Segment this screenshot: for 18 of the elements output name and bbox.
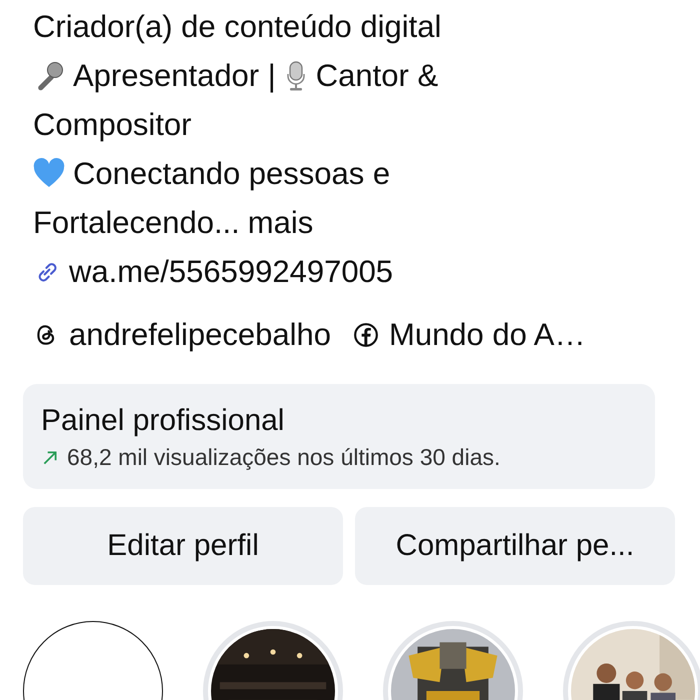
account-link[interactable]: Mundo do A… <box>389 317 586 353</box>
stat-text: 68,2 mil visualizações nos últimos 30 dias. <box>67 444 500 471</box>
bio-text: Compositor <box>33 106 192 144</box>
heart-icon <box>33 158 65 190</box>
profile-category: Criador(a) de conteúdo digital <box>33 8 442 46</box>
bio-text: Conectando pessoas e <box>73 155 390 193</box>
bio-text: Apresentador | <box>73 57 276 95</box>
website-link[interactable]: wa.me/5565992497005 <box>69 247 394 296</box>
bio-text: Cantor & <box>316 57 438 95</box>
profile-button[interactable]: Editar perfil <box>23 507 343 585</box>
trend-arrow-icon <box>41 448 59 466</box>
profile-button[interactable]: Compartilhar pe... <box>355 507 675 585</box>
dashboard-title: Painel profissional <box>41 403 286 439</box>
account-link[interactable]: andrefelipecebalho <box>69 317 331 353</box>
more-link[interactable]: mais <box>248 198 314 247</box>
bio-text: Fortalecendo... <box>33 204 240 242</box>
facebook-icon <box>353 322 379 348</box>
dashboard-card[interactable]: Painel profissional 68,2 mil visualizações nos últimos 30 dias. <box>23 384 655 489</box>
